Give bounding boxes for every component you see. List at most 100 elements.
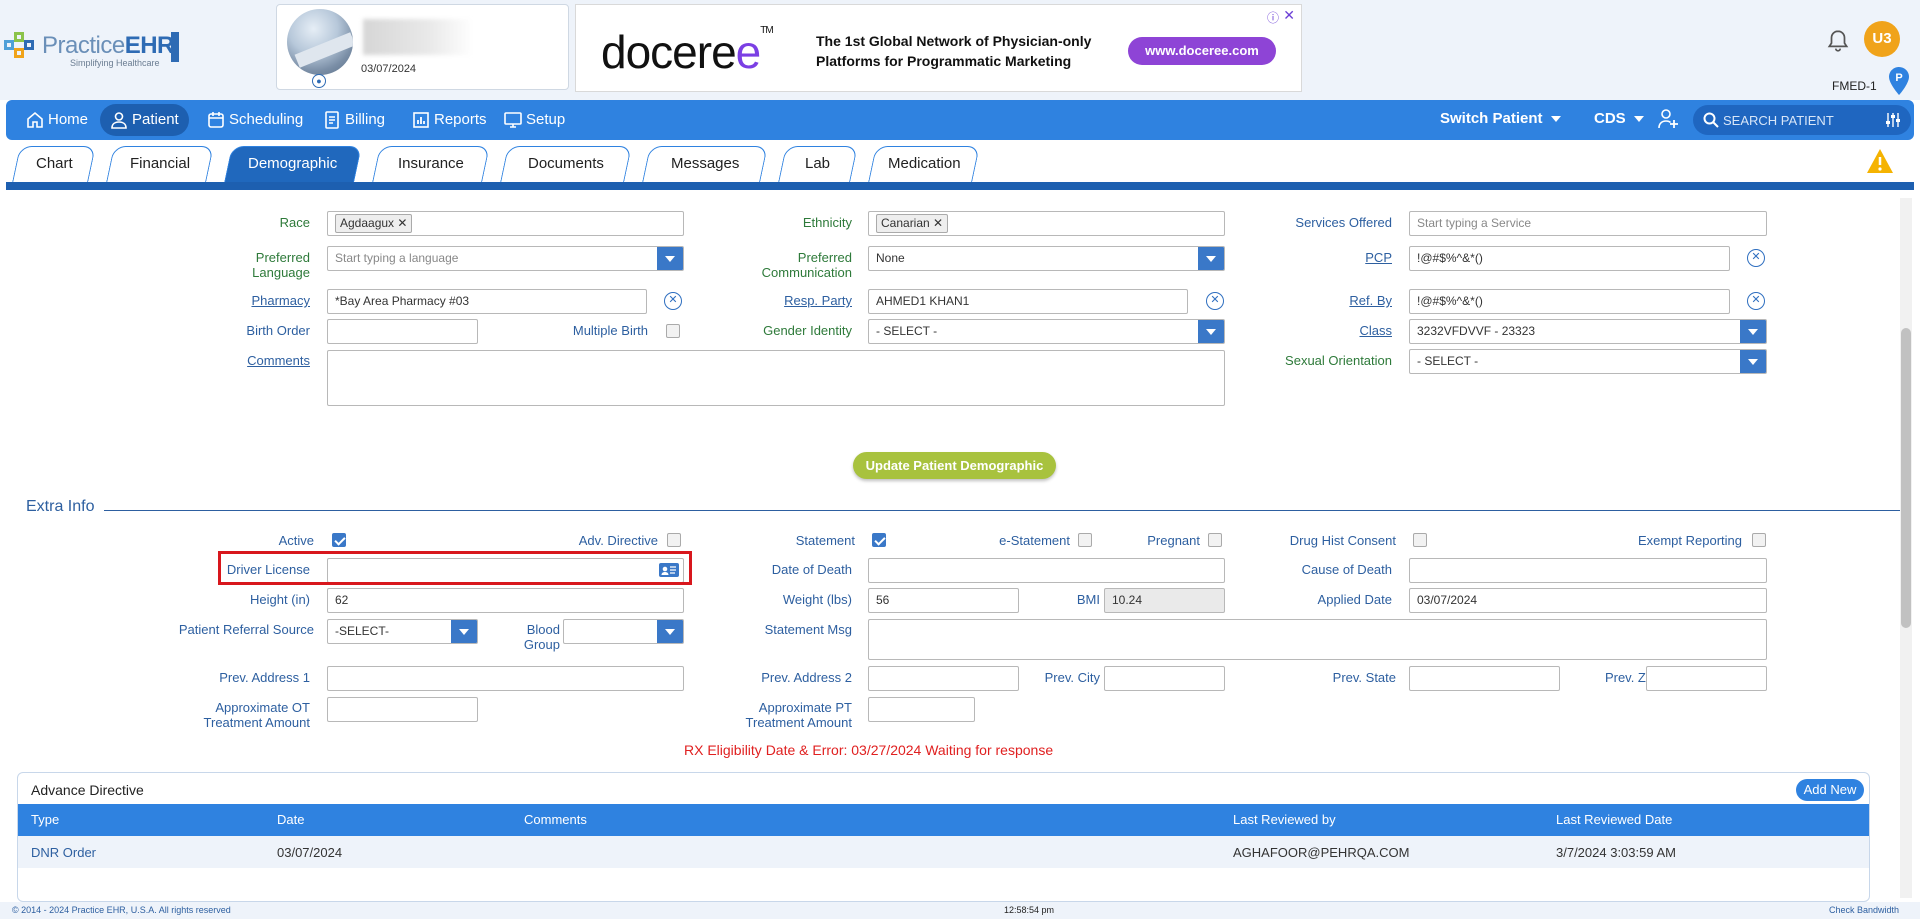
chevron-down-icon[interactable] [1740,320,1766,343]
chevron-down-icon[interactable] [1198,247,1224,270]
check-bandwidth-link[interactable]: Check Bandwidth [1829,905,1899,915]
notification-bell-icon[interactable] [1825,28,1851,54]
nav-home[interactable]: Home [16,104,98,136]
tab-chart[interactable]: Chart [12,146,96,182]
weight-input[interactable]: 56 [868,588,1019,613]
scrollbar-thumb[interactable] [1901,328,1911,628]
prev-address-2-input[interactable] [868,666,1019,691]
pharmacy-link[interactable]: Pharmacy [160,293,310,308]
ethnicity-input[interactable]: Canarian ✕ [868,211,1225,236]
clear-ref-by-icon[interactable]: ✕ [1747,292,1765,310]
race-input[interactable]: Agdaagux ✕ [327,211,684,236]
patient-referral-source-select[interactable]: -SELECT- [327,619,478,644]
chevron-down-icon[interactable] [451,620,477,643]
applied-date-input[interactable]: 03/07/2024 [1409,588,1767,613]
prev-state-input[interactable] [1409,666,1560,691]
nav-setup[interactable]: Setup [494,104,575,136]
patient-card[interactable]: ● 03/07/2024 [276,4,569,90]
cause-of-death-input[interactable] [1409,558,1767,583]
tab-documents[interactable]: Documents [500,146,632,182]
active-checkbox[interactable] [332,533,346,547]
resp-party-input[interactable]: AHMED1 KHAN1 [868,289,1188,314]
tab-insurance[interactable]: Insurance [372,146,490,182]
statement-msg-textarea[interactable] [868,619,1767,660]
ref-by-input[interactable]: !@#$%^&*() [1409,289,1730,314]
height-input[interactable]: 62 [327,588,684,613]
chevron-down-icon[interactable] [1740,350,1766,373]
drug-hist-consent-checkbox[interactable] [1413,533,1427,547]
warning-icon[interactable] [1866,148,1894,174]
prev-city-input[interactable] [1104,666,1225,691]
cause-of-death-label: Cause of Death [1301,562,1392,577]
prev-address-1-input[interactable] [327,666,684,691]
class-link[interactable]: Class [1250,323,1392,338]
nav-patient[interactable]: Patient [100,104,189,136]
clear-resp-party-icon[interactable]: ✕ [1206,292,1224,310]
statement-checkbox[interactable] [872,533,886,547]
column-header-type[interactable]: Type [31,812,59,827]
gender-identity-select[interactable]: - SELECT - [868,319,1225,344]
comments-textarea[interactable] [327,350,1225,406]
user-avatar[interactable]: U3 [1864,21,1900,57]
practice-ehr-logo[interactable]: PracticeEHR Simplifying Healthcare [4,28,179,72]
exempt-reporting-checkbox[interactable] [1752,533,1766,547]
table-row[interactable]: DNR Order 03/07/2024 AGHAFOOR@PEHRQA.COM… [18,836,1869,868]
clear-pharmacy-icon[interactable]: ✕ [664,292,682,310]
switch-patient-dropdown[interactable]: Switch Patient [1440,110,1561,127]
search-patient-input[interactable] [1723,110,1883,130]
cell-type[interactable]: DNR Order [31,845,96,860]
services-offered-input[interactable]: Start typing a Service [1409,211,1767,236]
cds-dropdown[interactable]: CDS [1594,110,1644,127]
location-pin-icon[interactable]: P [1888,66,1910,96]
pharmacy-input[interactable]: *Bay Area Pharmacy #03 [327,289,647,314]
comments-link[interactable]: Comments [160,353,310,368]
prev-zip-input[interactable] [1646,666,1767,691]
adv-directive-checkbox[interactable] [667,533,681,547]
column-header-date[interactable]: Date [277,812,304,827]
clear-pcp-icon[interactable]: ✕ [1747,249,1765,267]
patient-search[interactable] [1693,105,1911,135]
chevron-down-icon[interactable] [657,620,683,643]
preferred-language-select[interactable]: Start typing a language [327,246,684,271]
pcp-input[interactable]: !@#$%^&*() [1409,246,1730,271]
ad-link-button[interactable]: www.doceree.com [1128,37,1276,65]
remove-chip-icon[interactable]: ✕ [933,216,943,230]
e-statement-checkbox[interactable] [1078,533,1092,547]
tab-medication[interactable]: Medication [868,146,980,182]
chevron-down-icon[interactable] [1198,320,1224,343]
advertisement-banner[interactable]: docereeTM The 1st Global Network of Phys… [575,4,1302,92]
pcp-link[interactable]: PCP [1250,250,1392,265]
date-of-death-input[interactable] [868,558,1225,583]
scan-license-icon[interactable] [659,563,679,577]
blood-group-select[interactable] [563,619,684,644]
tab-lab[interactable]: Lab [778,146,858,182]
pregnant-checkbox[interactable] [1208,533,1222,547]
tab-financial[interactable]: Financial [106,146,214,182]
nav-scheduling[interactable]: Scheduling [197,104,313,136]
approx-pt-input[interactable] [868,697,975,722]
approx-ot-input[interactable] [327,697,478,722]
ref-by-link[interactable]: Ref. By [1250,293,1392,308]
ad-info-icon[interactable]: ⓘ [1267,9,1279,26]
chevron-down-icon[interactable] [657,247,683,270]
column-header-last-reviewed-date[interactable]: Last Reviewed Date [1556,812,1672,827]
ad-close-icon[interactable]: ✕ [1283,7,1295,24]
preferred-communication-select[interactable]: None [868,246,1225,271]
class-select[interactable]: 3232VFDVVF - 23323 [1409,319,1767,344]
column-header-last-reviewed-by[interactable]: Last Reviewed by [1233,812,1336,827]
resp-party-link[interactable]: Resp. Party [700,293,852,308]
nav-billing[interactable]: Billing [313,104,395,136]
add-user-icon[interactable] [1657,108,1679,130]
birth-order-input[interactable] [327,319,478,344]
multiple-birth-checkbox[interactable] [666,324,680,338]
page-scrollbar[interactable] [1900,198,1912,898]
column-header-comments[interactable]: Comments [524,812,587,827]
tab-demographic[interactable]: Demographic [224,146,362,182]
tab-messages[interactable]: Messages [642,146,768,182]
sexual-orientation-select[interactable]: - SELECT - [1409,349,1767,374]
nav-reports[interactable]: Reports [402,104,497,136]
remove-chip-icon[interactable]: ✕ [397,216,407,230]
update-patient-demographic-button[interactable]: Update Patient Demographic [853,452,1056,479]
add-new-button[interactable]: Add New [1796,779,1864,801]
filter-settings-icon[interactable] [1885,112,1901,128]
